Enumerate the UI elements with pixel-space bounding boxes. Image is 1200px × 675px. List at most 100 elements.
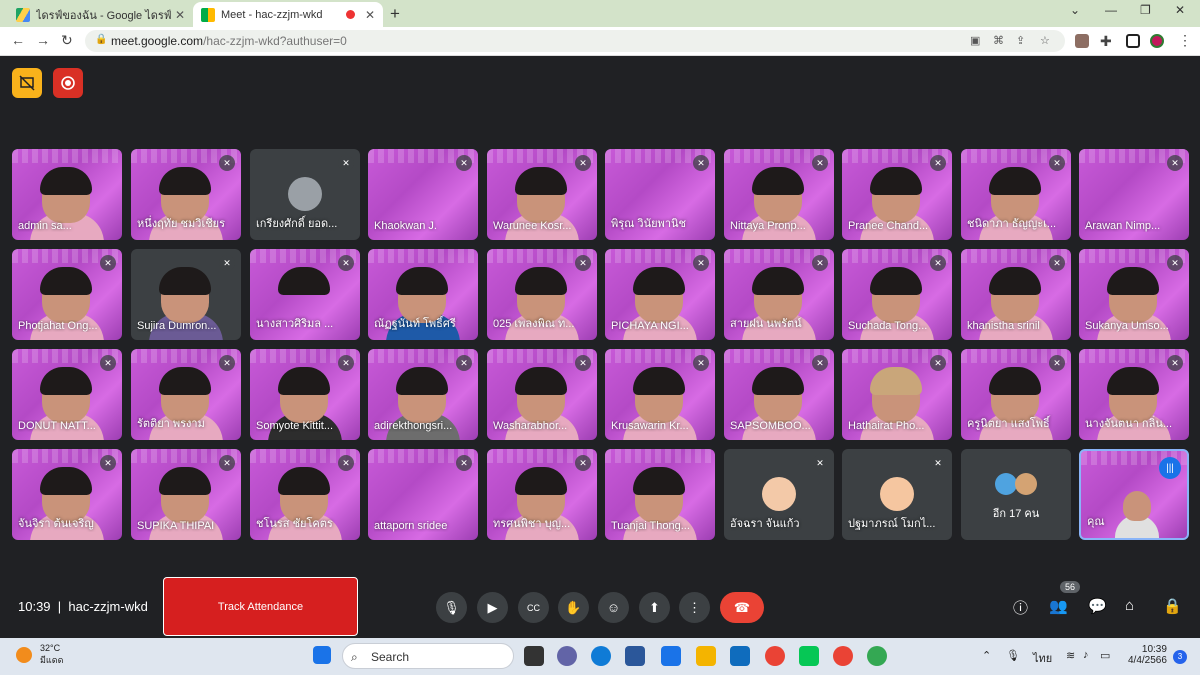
- participant-tile[interactable]: ✕ Sujira Dumron...: [131, 249, 241, 340]
- participant-tile[interactable]: ✕ Photjahat Ong...: [12, 249, 122, 340]
- presentation-off-icon[interactable]: [12, 68, 42, 98]
- menu-dots-icon[interactable]: ⋮: [1178, 32, 1192, 49]
- raise-hand-button[interactable]: ✋: [558, 592, 589, 623]
- participant-tile[interactable]: ✕ Arawan Nimp...: [1079, 149, 1189, 240]
- participant-tile[interactable]: ✕ Krusawarin Kr...: [605, 349, 715, 440]
- reload-icon[interactable]: ↻: [61, 32, 73, 49]
- teams-chat-icon[interactable]: [557, 646, 577, 666]
- participant-tile[interactable]: ✕ อัจฉรา จันแก้ว: [724, 449, 834, 540]
- chat-icon[interactable]: 💬: [1088, 597, 1107, 615]
- participant-tile[interactable]: ✕ PICHAYA NGI...: [605, 249, 715, 340]
- participant-tile[interactable]: ✕ ทรศนพิชา บุญ...: [487, 449, 597, 540]
- close-icon[interactable]: ✕: [175, 8, 185, 22]
- participant-tile[interactable]: ณัฏฐนันท์ โพธิ์ศรี: [368, 249, 478, 340]
- battery-icon[interactable]: ▭: [1100, 649, 1110, 662]
- minimize-button[interactable]: —: [1105, 3, 1117, 17]
- show-hidden-icons-icon[interactable]: ⌃: [982, 649, 991, 662]
- start-windows-icon[interactable]: [313, 646, 331, 664]
- participant-tile[interactable]: ✕ ปฐมาภรณ์ โมกไ...: [842, 449, 952, 540]
- extensions-puzzle-icon[interactable]: ✚: [1100, 33, 1112, 50]
- participant-tile[interactable]: ✕ สายฝน นพรัตน์: [724, 249, 834, 340]
- chrome-profile-icon[interactable]: [833, 646, 853, 666]
- tab-search-icon[interactable]: ⌄: [1070, 3, 1080, 17]
- clock-widget[interactable]: 10:39 4/4/2566: [1128, 644, 1167, 666]
- back-icon[interactable]: ←: [11, 32, 25, 48]
- mail-icon[interactable]: [730, 646, 750, 666]
- participant-tile[interactable]: ✕ adirekthongsri...: [368, 349, 478, 440]
- participant-tile[interactable]: ✕ เกรียงศักดิ์ ยอด...: [250, 149, 360, 240]
- activities-icon[interactable]: ⌂: [1125, 597, 1134, 614]
- participant-tile[interactable]: ✕ ครูนิตยา แสงโพธิ์: [961, 349, 1071, 440]
- address-bar[interactable]: 🔒 meet.google.com/hac-zzjm-wkd?authuser=…: [85, 30, 1065, 52]
- app-l-icon[interactable]: [661, 646, 681, 666]
- reactions-button[interactable]: ☺: [598, 592, 629, 623]
- captions-button[interactable]: CC: [518, 592, 549, 623]
- word-icon[interactable]: [625, 646, 645, 666]
- camera-button[interactable]: ▶: [477, 592, 508, 623]
- participant-tile[interactable]: ✕ Khaokwan J.: [368, 149, 478, 240]
- self-tile[interactable]: ||| คุณ: [1079, 449, 1189, 540]
- track-attendance-button[interactable]: Track Attendance: [163, 577, 358, 636]
- participant-tile[interactable]: ✕ Pranee Chand...: [842, 149, 952, 240]
- volume-icon[interactable]: ♪: [1083, 649, 1089, 661]
- new-tab-button[interactable]: +: [390, 4, 400, 24]
- input-language[interactable]: ไทย: [1033, 649, 1052, 667]
- participant-tile[interactable]: ✕ DONUT NATT...: [12, 349, 122, 440]
- wifi-icon[interactable]: ≋: [1066, 649, 1075, 662]
- participant-tile[interactable]: ✕ Hathairat Pho...: [842, 349, 952, 440]
- participant-tile[interactable]: ✕ SAPSOMBOO...: [724, 349, 834, 440]
- participant-tile[interactable]: ✕ หนึ่งฤทัย ชมวิเชียร: [131, 149, 241, 240]
- sidebar-icon[interactable]: [1126, 34, 1140, 48]
- microphone-tray-icon[interactable]: 🎙: [1006, 649, 1020, 662]
- present-screen-button[interactable]: ⬆: [639, 592, 670, 623]
- file-explorer-icon[interactable]: [696, 646, 716, 666]
- participant-tile[interactable]: ✕ Somyote Kittit...: [250, 349, 360, 440]
- others-tile[interactable]: อีก 17 คน: [961, 449, 1071, 540]
- participant-tile[interactable]: ✕ Warunee Kosr...: [487, 149, 597, 240]
- profile-avatar[interactable]: [1150, 34, 1164, 48]
- participant-tile[interactable]: ✕ Sukanya Umso...: [1079, 249, 1189, 340]
- line-icon[interactable]: [799, 646, 819, 666]
- tab-google-drive[interactable]: ไดรฟ์ของฉัน - Google ไดรฟ์ ✕: [8, 2, 193, 27]
- chrome-profile-icon[interactable]: [867, 646, 887, 666]
- people-icon[interactable]: 👥: [1049, 597, 1068, 615]
- participant-tile[interactable]: admin sa...: [12, 149, 122, 240]
- participant-tile[interactable]: ✕ จันจิรา ต้นเจริญ: [12, 449, 122, 540]
- bookmark-star-icon[interactable]: ☆: [1040, 34, 1050, 47]
- participant-tile[interactable]: ✕ attaporn sridee: [368, 449, 478, 540]
- tab-google-meet[interactable]: Meet - hac-zzjm-wkd ✕: [193, 2, 383, 27]
- participant-tile[interactable]: ✕ นางสาวศิริมล ...: [250, 249, 360, 340]
- participant-tile[interactable]: ✕ Washarabhor...: [487, 349, 597, 440]
- participant-tile[interactable]: ✕ นางจันตนา กลิ่น...: [1079, 349, 1189, 440]
- share-icon[interactable]: ⇪: [1016, 34, 1025, 47]
- participant-tile[interactable]: ✕ khanistha srinil: [961, 249, 1071, 340]
- recording-button[interactable]: [53, 68, 83, 98]
- participant-tile[interactable]: ✕ Suchada Tong...: [842, 249, 952, 340]
- camera-blocked-icon[interactable]: ▣: [970, 34, 980, 47]
- meeting-details-icon[interactable]: ⓘ: [1013, 597, 1028, 618]
- participant-tile[interactable]: Tuanjai Thong...: [605, 449, 715, 540]
- participant-tile[interactable]: ✕ พิรุณ วินัยพานิช: [605, 149, 715, 240]
- participant-tile[interactable]: ✕ ชนิดาภา ธัญญะเ...: [961, 149, 1071, 240]
- participant-tile[interactable]: ✕ Nittaya Pronp...: [724, 149, 834, 240]
- maximize-button[interactable]: ❐: [1140, 3, 1151, 17]
- participant-tile[interactable]: ✕ รัตติยา พรงาม: [131, 349, 241, 440]
- leave-call-button[interactable]: ☎: [720, 592, 764, 623]
- microphone-button[interactable]: 🎙: [436, 592, 467, 623]
- weather-widget[interactable]: 32°C มีแดด: [40, 643, 63, 667]
- participant-tile[interactable]: ✕ ชโนรส ชัยโคตร: [250, 449, 360, 540]
- more-options-button[interactable]: ⋮: [679, 592, 710, 623]
- participant-tile[interactable]: ✕ SUPIKA THIPAI: [131, 449, 241, 540]
- translate-icon[interactable]: ⌘: [993, 34, 1004, 47]
- extension-icon[interactable]: [1075, 34, 1089, 48]
- edge-icon[interactable]: [591, 646, 611, 666]
- forward-icon[interactable]: →: [36, 32, 50, 48]
- participant-tile[interactable]: ✕ 025 เพลงพิณ ท...: [487, 249, 597, 340]
- task-view-icon[interactable]: [524, 646, 544, 666]
- notification-badge[interactable]: 3: [1173, 650, 1187, 664]
- close-window-button[interactable]: ✕: [1175, 3, 1185, 17]
- chrome-icon[interactable]: [765, 646, 785, 666]
- close-icon[interactable]: ✕: [365, 8, 375, 22]
- host-controls-icon[interactable]: 🔒: [1163, 597, 1182, 615]
- taskbar-search[interactable]: ⌕ Search: [342, 643, 514, 669]
